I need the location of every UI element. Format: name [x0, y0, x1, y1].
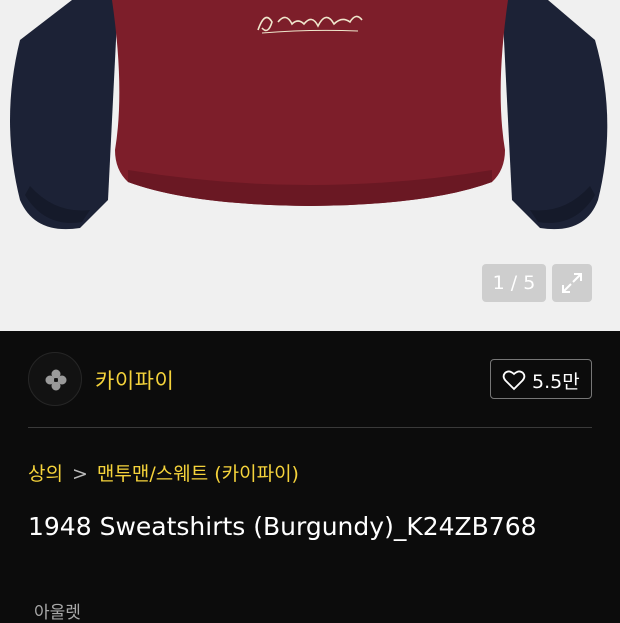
brand-row: 카이파이 5.5만	[28, 352, 592, 406]
heart-outline-icon	[502, 370, 526, 391]
product-title: 1948 Sweatshirts (Burgundy)_K24ZB768	[28, 512, 537, 541]
clover-icon	[45, 369, 67, 391]
breadcrumb: 상의 > 맨투맨/스웨트 (카이파이)	[28, 459, 299, 486]
divider	[28, 427, 592, 428]
like-count: 5.5만	[532, 371, 580, 393]
seller-label: 아울렛	[34, 603, 81, 623]
product-image-gallery[interactable]: 1 / 5	[0, 0, 620, 331]
breadcrumb-subcategory[interactable]: 맨투맨/스웨트 (카이파이)	[97, 463, 299, 485]
breadcrumb-category[interactable]: 상의	[28, 463, 63, 485]
expand-image-button[interactable]	[552, 264, 592, 302]
brand-logo[interactable]	[28, 352, 82, 406]
expand-arrows-icon	[562, 273, 582, 293]
breadcrumb-separator: >	[71, 463, 88, 485]
brand-name[interactable]: 카이파이	[95, 365, 174, 395]
like-button[interactable]: 5.5만	[490, 359, 592, 399]
image-counter: 1 / 5	[482, 264, 546, 302]
